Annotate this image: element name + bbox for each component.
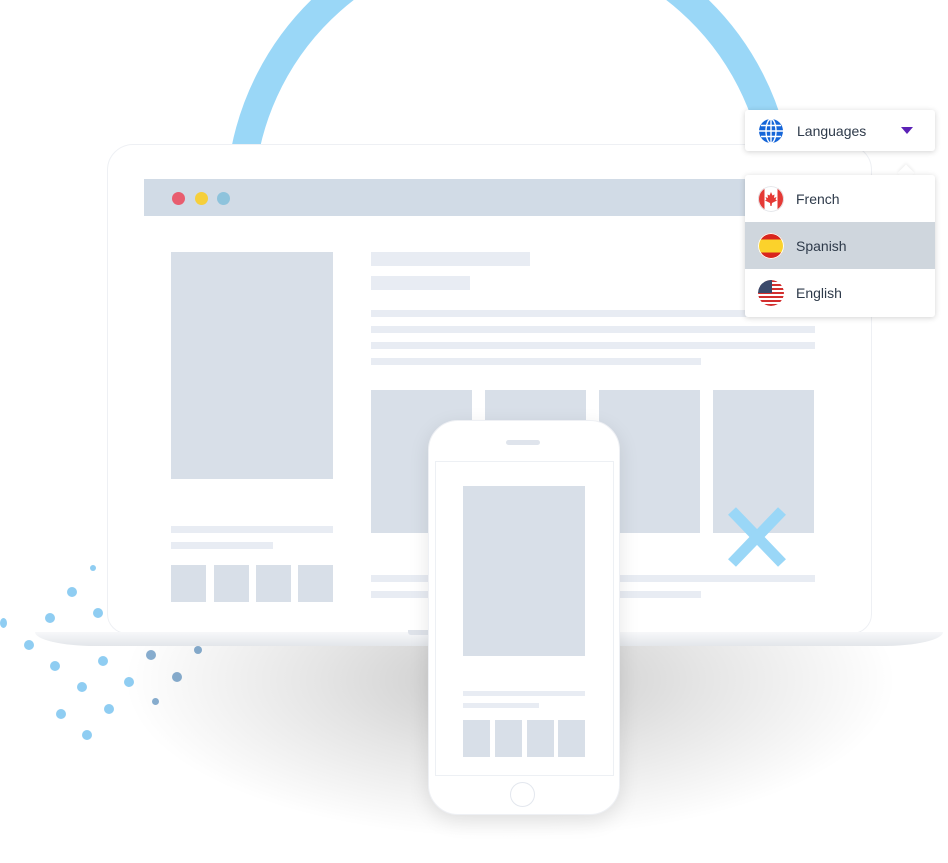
caret-down-icon — [901, 127, 913, 134]
text-line-placeholder — [171, 542, 273, 549]
language-option-label: Spanish — [796, 237, 847, 254]
close-x-icon — [728, 507, 786, 567]
text-line-placeholder — [463, 691, 585, 696]
language-option-spanish[interactable]: Spanish — [745, 222, 935, 269]
text-line-placeholder — [371, 358, 701, 365]
thumbnail-placeholder — [214, 565, 249, 602]
language-dropdown-menu: French Spanish English — [745, 175, 935, 317]
thumbnail-placeholder — [495, 720, 522, 757]
subheading-placeholder — [371, 276, 470, 290]
usa-flag-icon — [758, 279, 784, 306]
window-maximize-dot — [217, 192, 230, 205]
window-minimize-dot — [195, 192, 208, 205]
image-placeholder — [463, 486, 585, 656]
text-line-placeholder — [463, 703, 539, 708]
thumbnail-placeholder — [463, 720, 490, 757]
text-line-placeholder — [371, 310, 751, 317]
globe-icon — [759, 117, 783, 144]
heading-placeholder — [371, 252, 530, 266]
phone-speaker — [506, 440, 540, 445]
thumbnail-placeholder — [527, 720, 554, 757]
browser-title-bar — [144, 179, 834, 216]
window-close-dot — [172, 192, 185, 205]
language-option-label: English — [796, 284, 842, 301]
thumbnail-placeholder — [558, 720, 585, 757]
phone-home-button — [510, 782, 535, 807]
canada-flag-icon — [758, 185, 784, 212]
image-placeholder — [171, 252, 333, 479]
thumbnail-placeholder — [171, 565, 206, 602]
language-option-french[interactable]: French — [745, 175, 935, 222]
language-option-english[interactable]: English — [745, 269, 935, 316]
language-selector-label: Languages — [797, 122, 867, 139]
thumbnail-placeholder — [256, 565, 291, 602]
spain-flag-icon — [758, 232, 784, 259]
text-line-placeholder — [171, 526, 333, 533]
language-option-label: French — [796, 190, 840, 207]
text-line-placeholder — [371, 326, 815, 333]
language-selector-button[interactable]: Languages — [745, 110, 935, 151]
text-line-placeholder — [371, 342, 815, 349]
thumbnail-placeholder — [298, 565, 333, 602]
